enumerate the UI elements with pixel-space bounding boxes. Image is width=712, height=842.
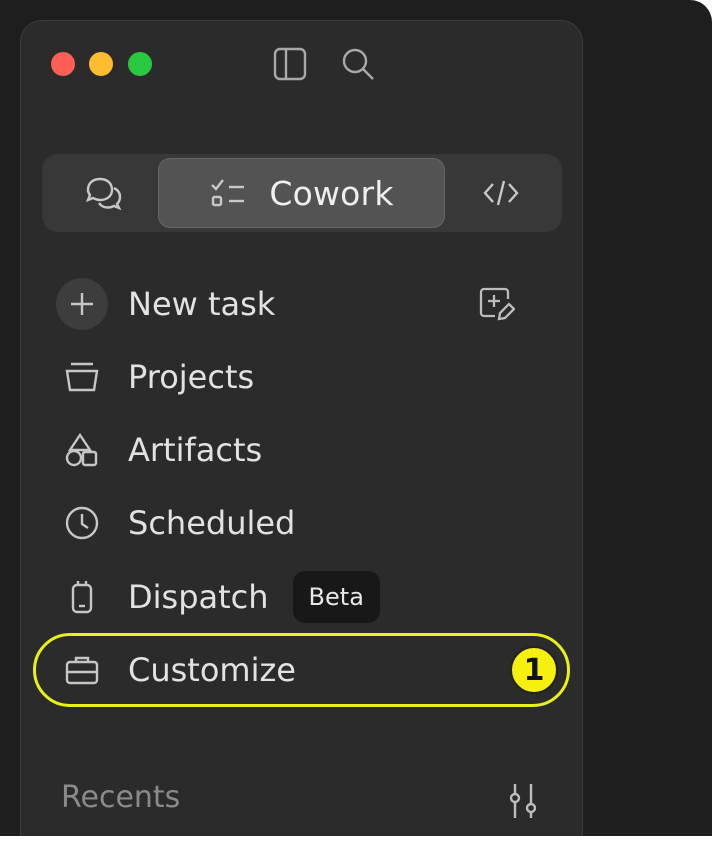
clock-icon	[56, 497, 108, 549]
search-icon[interactable]	[339, 45, 377, 83]
window-minimize-button[interactable]	[89, 52, 113, 76]
app-screen: Cowork New task Projects Artifacts Sched…	[0, 0, 712, 836]
plus-icon	[56, 278, 108, 330]
annotation-highlight	[33, 633, 570, 707]
sidebar-item-scheduled[interactable]: Scheduled	[56, 497, 295, 549]
checklist-icon	[211, 179, 245, 207]
sidebar-toggle-icon[interactable]	[271, 45, 309, 83]
shapes-icon	[56, 424, 108, 476]
compose-icon[interactable]	[474, 282, 518, 326]
tab-code[interactable]	[466, 158, 536, 228]
recents-heading: Recents	[61, 780, 181, 815]
projects-label: Projects	[128, 358, 255, 396]
new-task-button[interactable]: New task	[56, 278, 275, 330]
window-close-button[interactable]	[51, 52, 75, 76]
chat-bubbles-icon	[85, 177, 122, 211]
sidebar-item-dispatch[interactable]: Dispatch Beta	[56, 571, 380, 623]
new-task-label: New task	[128, 285, 276, 323]
filter-sliders-icon[interactable]	[500, 778, 546, 824]
device-icon	[56, 571, 108, 623]
tab-chat[interactable]	[72, 158, 136, 228]
window-zoom-button[interactable]	[128, 52, 152, 76]
folder-icon	[56, 351, 108, 403]
sidebar-item-projects[interactable]: Projects	[56, 351, 254, 403]
tab-cowork-label: Cowork	[269, 173, 394, 213]
tab-cowork[interactable]: Cowork	[158, 158, 445, 228]
step-number-badge: 1	[510, 646, 558, 694]
beta-badge: Beta	[292, 571, 380, 623]
scheduled-label: Scheduled	[128, 504, 296, 542]
code-brackets-icon	[483, 180, 519, 206]
artifacts-label: Artifacts	[128, 431, 263, 469]
mode-switcher: Cowork	[42, 154, 562, 232]
sidebar-item-artifacts[interactable]: Artifacts	[56, 424, 262, 476]
dispatch-label: Dispatch	[128, 578, 269, 616]
